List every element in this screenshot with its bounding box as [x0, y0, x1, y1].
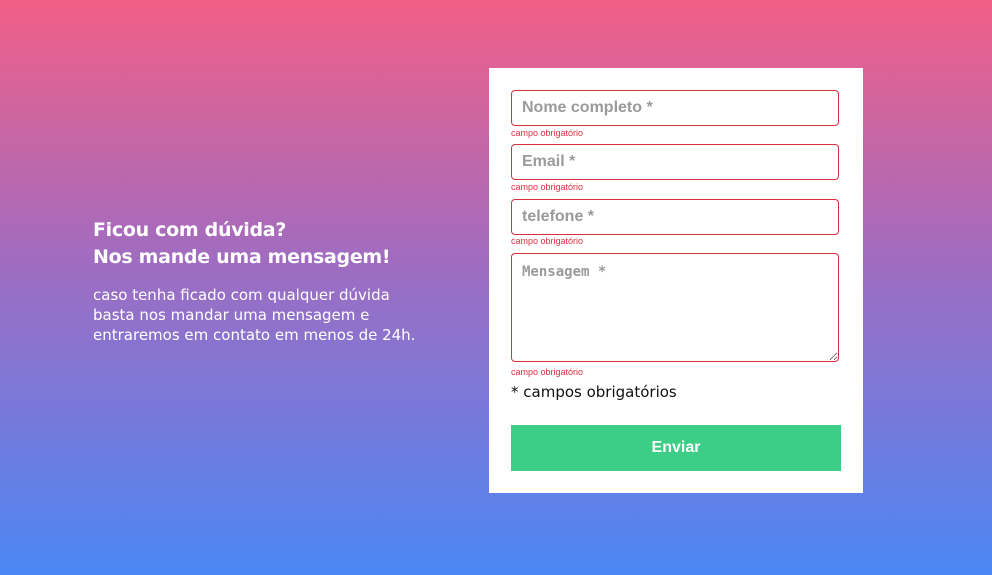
name-field[interactable] — [511, 90, 839, 126]
intro-text-line-1: caso tenha ficado com qualquer dúvida — [93, 286, 390, 304]
message-textarea[interactable] — [511, 253, 839, 362]
intro-heading-line-2: Nos mande uma mensagem! — [93, 246, 391, 268]
contact-intro: Ficou com dúvida? Nos mande uma mensagem… — [93, 217, 423, 345]
intro-heading-line-1: Ficou com dúvida? — [93, 219, 287, 241]
phone-field[interactable] — [511, 199, 839, 235]
message-error: campo obrigatório — [511, 367, 584, 377]
intro-text-line-3: entraremos em contato em menos de 24h. — [93, 326, 416, 344]
required-fields-note: * campos obrigatórios — [511, 383, 677, 401]
intro-heading: Ficou com dúvida? Nos mande uma mensagem… — [93, 217, 423, 271]
email-error: campo obrigatório — [511, 182, 584, 192]
intro-text-line-2: basta nos mandar uma mensagem e — [93, 306, 370, 324]
name-error: campo obrigatório — [511, 128, 584, 138]
contact-form: campo obrigatório campo obrigatório camp… — [489, 68, 863, 493]
submit-button[interactable]: Enviar — [511, 425, 841, 471]
intro-description: caso tenha ficado com qualquer dúvida ba… — [93, 285, 423, 345]
phone-error: campo obrigatório — [511, 236, 584, 246]
email-field[interactable] — [511, 144, 839, 180]
